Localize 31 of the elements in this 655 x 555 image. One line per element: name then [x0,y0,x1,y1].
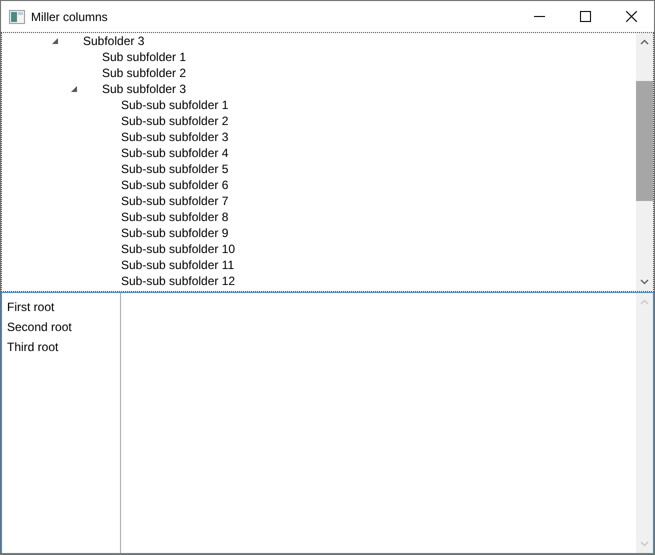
tree-item[interactable]: Subfolder 3 [83,34,144,48]
tree-item[interactable]: Sub-sub subfolder 3 [121,130,228,144]
tree-item[interactable]: Sub-sub subfolder 9 [121,226,228,240]
scrollbar[interactable] [636,33,653,291]
list-item[interactable]: First root [2,297,120,317]
window-title: Miller columns [31,10,108,24]
scroll-down-icon [640,541,649,547]
tree-item[interactable]: Sub-sub subfolder 7 [121,194,228,208]
tree-item[interactable]: Sub-sub subfolder 10 [121,242,236,256]
tree-item[interactable]: Sub subfolder 2 [102,66,186,80]
scroll-down-icon[interactable] [640,279,649,285]
tree-item[interactable]: Sub-sub subfolder 1 [121,98,228,112]
list-item[interactable]: Third root [2,337,120,357]
tree-item[interactable]: Sub-sub subfolder 2 [121,114,228,128]
expanded-triangle-icon[interactable] [71,86,78,92]
tree-item[interactable]: Sub-sub subfolder 5 [121,162,228,176]
tree-item[interactable]: Sub subfolder 1 [102,50,186,64]
tree-item[interactable]: Sub-sub subfolder 6 [121,178,228,192]
list-item[interactable]: Second root [2,317,120,337]
scrollbar-thumb[interactable] [636,81,653,201]
maximize-icon [580,11,590,22]
expanded-triangle-icon[interactable] [52,38,59,44]
scroll-up-icon [640,299,649,305]
close-icon [626,11,636,22]
tree-item[interactable]: Sub-sub subfolder 11 [121,258,234,272]
tree-item[interactable]: Sub-sub subfolder 12 [121,274,236,288]
scroll-up-icon[interactable] [640,39,649,45]
tree-item[interactable]: Sub-sub subfolder 4 [121,146,228,160]
tree-item[interactable]: Sub-sub subfolder 8 [121,210,228,224]
tree-item[interactable]: Sub subfolder 3 [102,82,186,96]
app-icon [9,10,25,24]
